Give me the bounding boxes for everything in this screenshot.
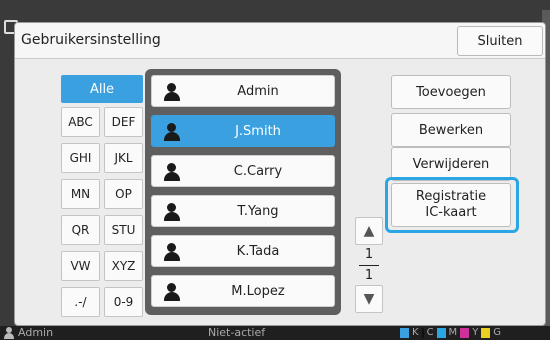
dialog-title: Gebruikersinstelling (21, 32, 161, 48)
ink-k-label: K (412, 327, 419, 338)
filter-all-button[interactable]: Alle (61, 75, 143, 103)
page-divider (359, 265, 379, 266)
ink-c-icon (436, 327, 446, 338)
user-row-ccarry[interactable]: C.Carry (151, 155, 335, 187)
filter-mn-button[interactable]: MN (61, 179, 100, 209)
user-row-admin[interactable]: Admin (151, 75, 335, 107)
user-row-ktada[interactable]: K.Tada (151, 235, 335, 267)
filter-symbols-button[interactable]: .-/ (61, 287, 100, 317)
filter-jkl-button[interactable]: JKL (104, 143, 143, 173)
user-row-mlopez[interactable]: M.Lopez (151, 275, 335, 307)
user-icon (4, 326, 14, 339)
filter-qr-button[interactable]: QR (61, 215, 100, 245)
user-name: T.Yang (237, 203, 279, 219)
user-name: Admin (237, 83, 279, 99)
delete-button[interactable]: Verwijderen (391, 147, 511, 181)
filter-ghi-button[interactable]: GHI (61, 143, 100, 173)
filter-digits-button[interactable]: 0-9 (104, 287, 143, 317)
user-name: C.Carry (233, 163, 283, 179)
user-name: M.Lopez (231, 283, 285, 299)
filter-def-button[interactable]: DEF (104, 107, 143, 137)
edit-button[interactable]: Bewerken (391, 113, 511, 147)
user-icon (164, 83, 180, 101)
status-bar: Admin Niet-actief K C M Y G (0, 326, 550, 340)
ic-card-label-line2: IC-kaart (425, 205, 477, 220)
user-icon (164, 163, 180, 181)
page-current: 1 (364, 247, 374, 262)
user-list: Admin J.Smith C.Carry T.Yang K.Tada M.Lo… (145, 69, 341, 315)
register-ic-card-button[interactable]: Registratie IC-kaart (391, 183, 511, 227)
triangle-down-icon: ▼ (363, 291, 375, 307)
user-name: K.Tada (236, 243, 280, 259)
filter-xyz-button[interactable]: XYZ (104, 251, 143, 281)
ink-y-label: Y (472, 327, 479, 338)
filter-op-button[interactable]: OP (104, 179, 143, 209)
page-total: 1 (364, 268, 374, 283)
user-icon (164, 243, 180, 261)
user-icon (164, 283, 180, 301)
ink-m-icon (460, 327, 470, 338)
page-up-button[interactable]: ▲ (355, 217, 383, 245)
ink-levels: K C M Y G (400, 327, 501, 338)
triangle-up-icon: ▲ (363, 223, 375, 239)
ic-card-label-line1: Registratie (415, 189, 487, 204)
ink-k-icon (400, 327, 409, 338)
status-state: Niet-actief (208, 326, 266, 339)
filter-vw-button[interactable]: VW (61, 251, 100, 281)
user-row-jsmith[interactable]: J.Smith (151, 115, 335, 147)
dialog-titlebar: Gebruikersinstelling Sluiten (15, 23, 545, 59)
status-user: Admin (4, 326, 53, 339)
ink-y-icon (481, 327, 491, 338)
filter-abc-button[interactable]: ABC (61, 107, 100, 137)
user-name: J.Smith (235, 123, 281, 139)
filter-stu-button[interactable]: STU (104, 215, 143, 245)
user-icon (164, 203, 180, 221)
user-settings-dialog: Gebruikersinstelling Sluiten Alle ABC DE… (14, 22, 546, 326)
page-down-button[interactable]: ▼ (355, 285, 383, 313)
user-row-tyang[interactable]: T.Yang (151, 195, 335, 227)
status-user-name: Admin (18, 326, 54, 339)
ink-g-label: G (493, 327, 502, 338)
ink-m-label: M (448, 327, 458, 338)
user-icon (164, 123, 180, 141)
add-button[interactable]: Toevoegen (391, 75, 511, 109)
close-button[interactable]: Sluiten (457, 26, 543, 56)
ink-c-label: C (426, 327, 434, 338)
ink-divider (421, 327, 424, 338)
